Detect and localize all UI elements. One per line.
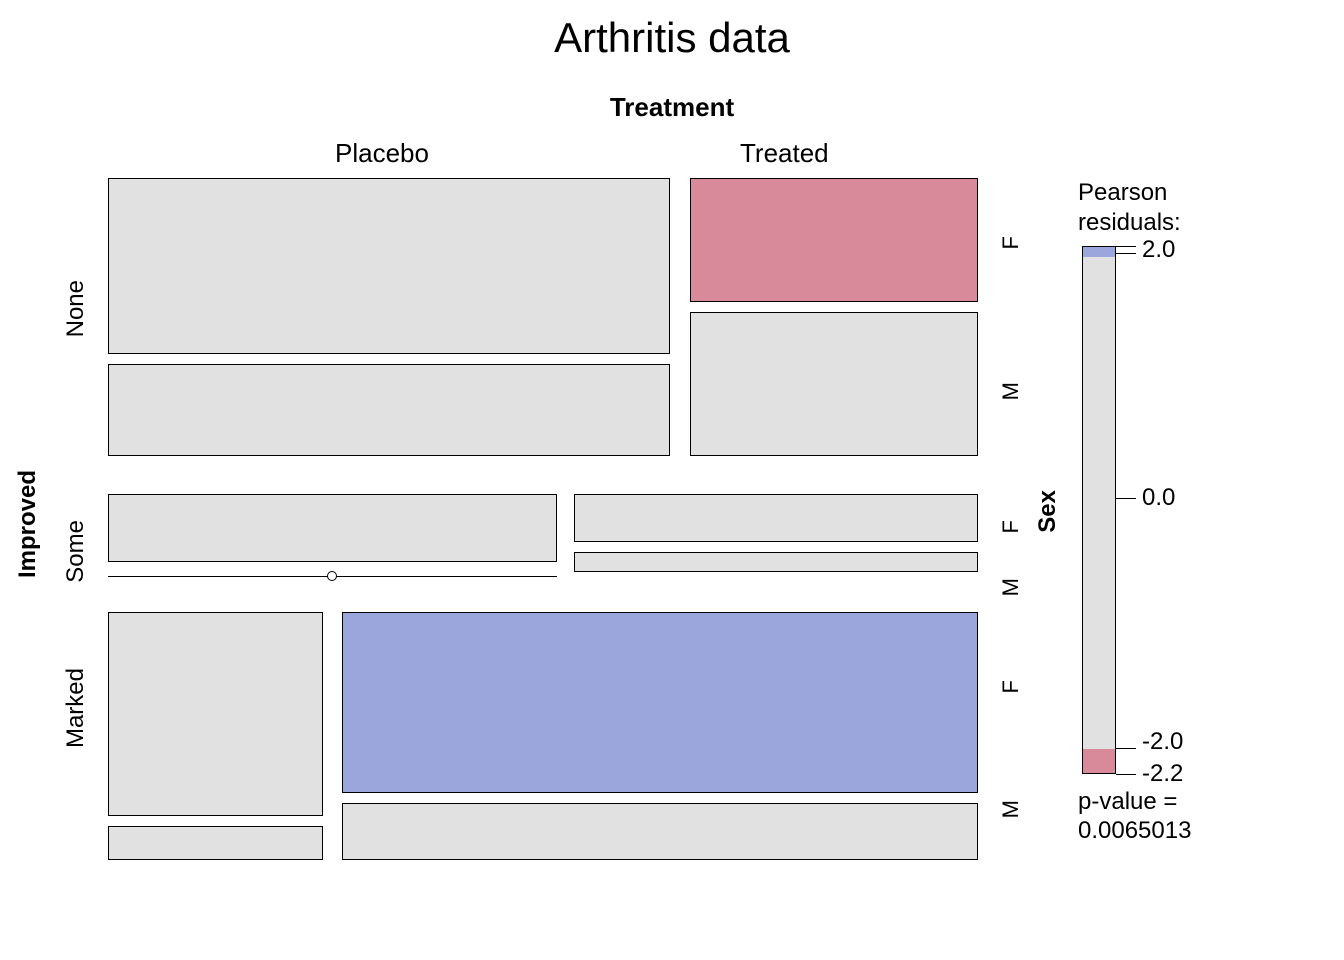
tile-marked-placebo-f — [108, 612, 323, 816]
col-label-treated: Treated — [740, 138, 829, 169]
legend-tick-val-1: 2.0 — [1142, 236, 1175, 264]
legend-tick-val-2: 0.0 — [1142, 484, 1175, 512]
legend-tick-t1 — [1116, 246, 1136, 247]
sex-label-some-f: F — [998, 520, 1024, 533]
legend-colorbar — [1082, 246, 1116, 774]
row-label-marked: Marked — [62, 668, 90, 748]
tile-marked-treated-m — [342, 803, 978, 860]
sex-label-none-m: M — [998, 382, 1024, 400]
x-axis-label: Treatment — [0, 92, 1344, 123]
tile-none-placebo-f — [108, 178, 670, 354]
legend-title-l1: Pearson — [1078, 179, 1167, 206]
row-label-none: None — [62, 280, 90, 337]
legend-pvalue: p-value = 0.0065013 — [1078, 788, 1191, 846]
tile-none-placebo-m — [108, 364, 670, 456]
legend-tick-val-3: -2.0 — [1142, 728, 1183, 756]
tile-none-treated-m — [690, 312, 978, 456]
legend-colorbar-positive — [1083, 247, 1115, 257]
tile-some-placebo-m-zero-dot — [327, 571, 337, 581]
tile-marked-placebo-m — [108, 826, 323, 860]
sex-label-some-m: M — [998, 578, 1024, 596]
chart-stage: Arthritis data Treatment Placebo Treated… — [0, 0, 1344, 960]
legend-colorbar-negative — [1083, 749, 1115, 773]
tile-some-placebo-f — [108, 494, 557, 562]
mosaic-plot — [108, 178, 978, 870]
col-label-placebo: Placebo — [335, 138, 429, 169]
sex-label-marked-f: F — [998, 680, 1024, 693]
legend-title-l2: residuals: — [1078, 209, 1181, 236]
legend-tick-t4 — [1116, 774, 1136, 775]
sex-label-none-f: F — [998, 236, 1024, 249]
row-label-some: Some — [62, 520, 90, 583]
legend-title: Pearson residuals: — [1078, 178, 1308, 238]
legend-tick-t3 — [1116, 748, 1136, 749]
tile-some-treated-m — [574, 552, 978, 572]
right-axis-label: Sex — [1034, 490, 1062, 533]
tile-none-treated-f — [690, 178, 978, 302]
legend-pvalue-value: 0.0065013 — [1078, 817, 1191, 844]
tile-some-treated-f — [574, 494, 978, 542]
sex-label-marked-m: M — [998, 800, 1024, 818]
tile-marked-treated-f — [342, 612, 978, 793]
legend-pvalue-label: p-value = — [1078, 788, 1177, 815]
legend-tick-t1b — [1116, 253, 1136, 254]
legend-tick-t2 — [1116, 498, 1136, 499]
legend-tick-val-4: -2.2 — [1142, 760, 1183, 788]
chart-title: Arthritis data — [0, 14, 1344, 62]
y-axis-label: Improved — [14, 470, 42, 578]
legend: Pearson residuals: 2.0 0.0 -2.0 -2.2 p-v… — [1078, 178, 1308, 238]
